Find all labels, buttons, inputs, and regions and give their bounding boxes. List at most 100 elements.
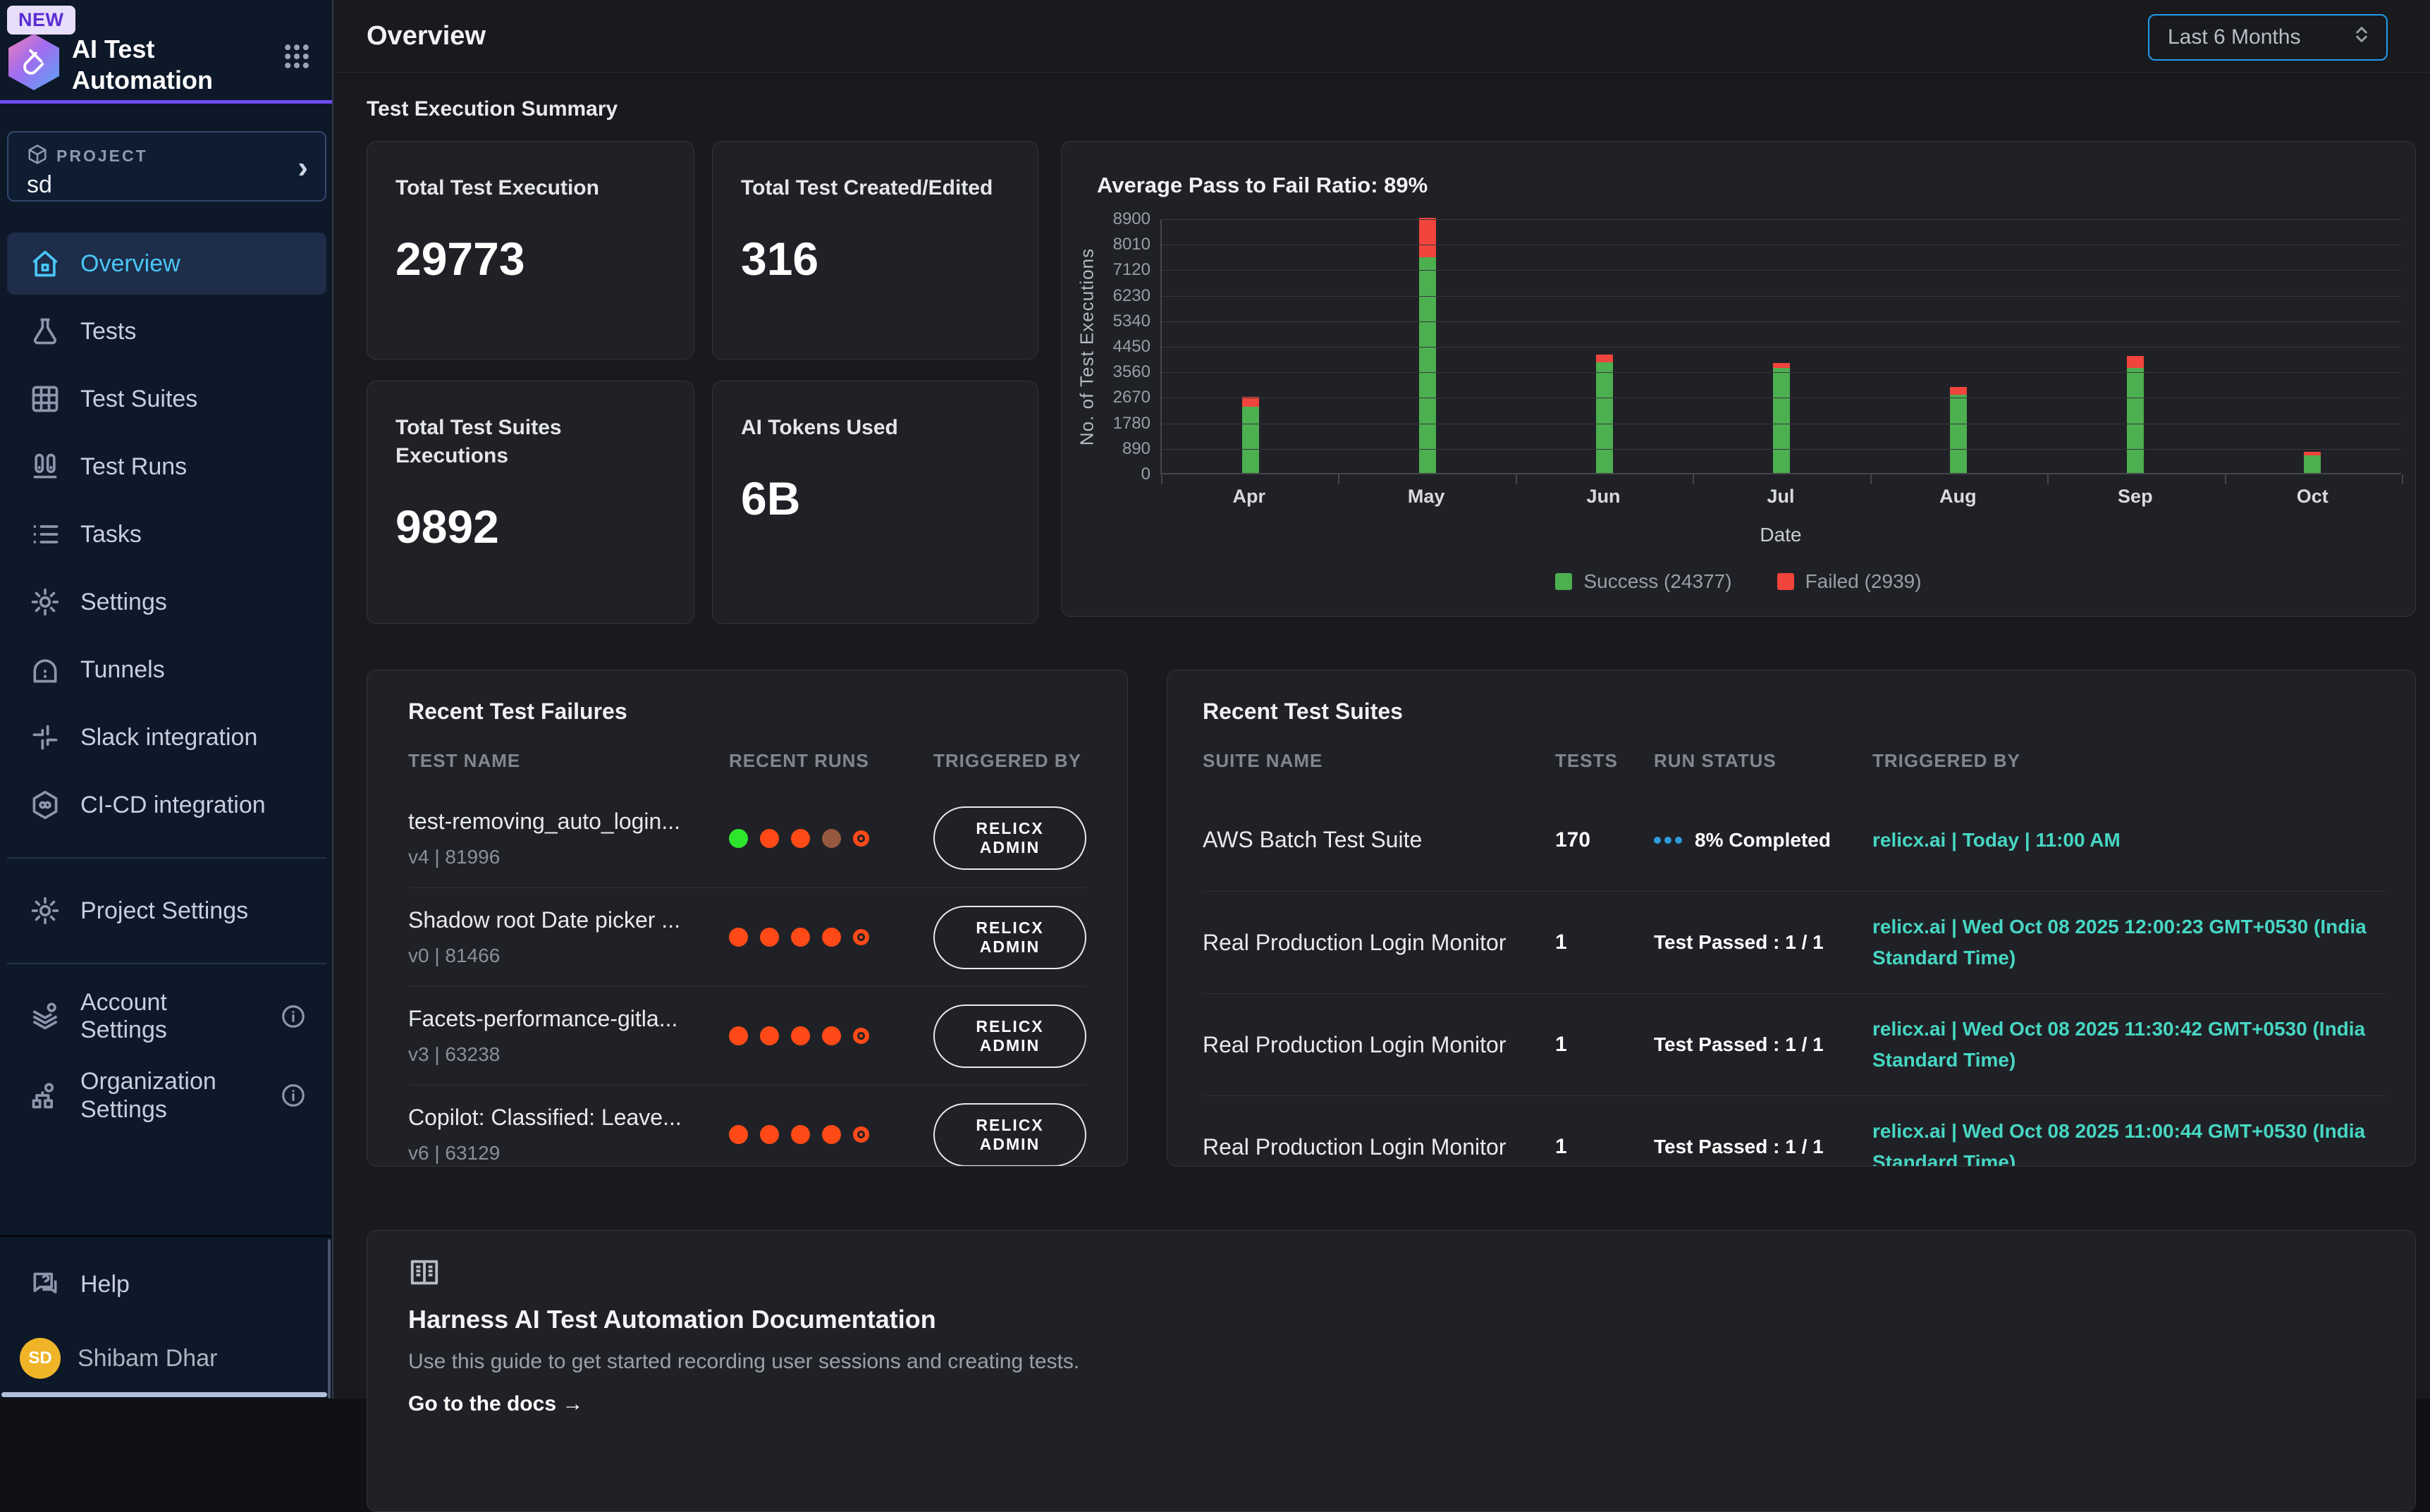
- tunnel-icon: [30, 654, 61, 685]
- home-icon: [30, 248, 61, 279]
- test-name[interactable]: Copilot: Classified: Leave...: [408, 1105, 711, 1131]
- help-section: Help: [7, 1253, 326, 1315]
- sidebar-item-label: Project Settings: [80, 897, 248, 925]
- run-status-dot-failed: [760, 1026, 779, 1045]
- test-name[interactable]: Shadow root Date picker ...: [408, 907, 711, 933]
- progress-dots-icon: [1654, 837, 1682, 844]
- suite-name[interactable]: Real Production Login Monitor: [1203, 1032, 1555, 1058]
- triggered-by-button[interactable]: RELICX ADMIN: [933, 1103, 1086, 1167]
- go-to-docs-link[interactable]: Go to the docs →: [408, 1392, 583, 1416]
- stat-card-total-test-created: Total Test Created/Edited 316: [712, 141, 1038, 359]
- project-selector[interactable]: PROJECT sd ›: [7, 131, 326, 202]
- sidebar-item-project-settings[interactable]: Project Settings: [7, 880, 326, 942]
- table-row[interactable]: Real Production Login Monitor 1 Test Pas…: [1203, 1095, 2387, 1167]
- table-row[interactable]: test-removing_auto_login... v4 | 81996 R…: [408, 789, 1086, 887]
- sidebar-item-tests[interactable]: Tests: [7, 300, 326, 362]
- suite-tests: 1: [1555, 930, 1654, 954]
- sidebar-item-settings[interactable]: Settings: [7, 571, 326, 633]
- sidebar-item-tasks[interactable]: Tasks: [7, 503, 326, 565]
- sidebar-item-test-suites[interactable]: Test Suites: [7, 368, 326, 430]
- layers-gear-icon: [30, 1001, 61, 1032]
- chart-y-axis: 0890178026703560445053406230712080108900: [1062, 219, 1150, 474]
- test-name[interactable]: Facets-performance-gitla...: [408, 1006, 711, 1032]
- test-meta: v6 | 63129: [408, 1142, 729, 1164]
- recent-runs[interactable]: [729, 1125, 933, 1144]
- column-header: TRIGGERED BY: [933, 750, 1086, 772]
- triggered-by-button[interactable]: RELICX ADMIN: [933, 1004, 1086, 1068]
- sidebar-item-test-runs[interactable]: Test Runs: [7, 436, 326, 498]
- run-status-dot-stale: [822, 829, 841, 848]
- table-row[interactable]: Real Production Login Monitor 1 Test Pas…: [1203, 891, 2387, 993]
- triggered-by-link[interactable]: relicx.ai | Wed Oct 08 2025 12:00:23 GMT…: [1872, 911, 2387, 973]
- sidebar-item-account-settings[interactable]: Account Settings: [7, 985, 326, 1047]
- triggered-by-button[interactable]: RELICX ADMIN: [933, 806, 1086, 870]
- triggered-by-link[interactable]: relicx.ai | Wed Oct 08 2025 11:00:44 GMT…: [1872, 1116, 2387, 1167]
- triggered-by-button[interactable]: RELICX ADMIN: [933, 906, 1086, 969]
- sidebar-item-cicd-integration[interactable]: CI-CD integration: [7, 774, 326, 836]
- sidebar-item-slack-integration[interactable]: Slack integration: [7, 706, 326, 768]
- sidebar-nav: Overview Tests Test Suites Test Runs Tas…: [7, 233, 326, 1138]
- docs-description: Use this guide to get started recording …: [408, 1350, 2374, 1374]
- run-status-dot-failed: [760, 928, 779, 947]
- test-runs-icon: [30, 451, 61, 482]
- grid-icon: [30, 383, 61, 414]
- divider: [0, 1235, 332, 1237]
- recent-runs[interactable]: [729, 829, 933, 848]
- recent-runs[interactable]: [729, 928, 933, 947]
- documentation-card: Harness AI Test Automation Documentation…: [367, 1230, 2416, 1512]
- test-meta: v3 | 63238: [408, 1043, 729, 1066]
- sidebar-vertical-scrollbar[interactable]: [328, 1239, 331, 1399]
- suite-name[interactable]: Real Production Login Monitor: [1203, 930, 1555, 956]
- triggered-by-link[interactable]: relicx.ai | Wed Oct 08 2025 11:30:42 GMT…: [1872, 1014, 2387, 1076]
- run-status-dot-current: [853, 1028, 869, 1044]
- info-icon[interactable]: [280, 1003, 307, 1030]
- chart-plot: [1160, 219, 2401, 474]
- suite-tests: 1: [1555, 1033, 1654, 1057]
- table-row[interactable]: Shadow root Date picker ... v0 | 81466 R…: [408, 887, 1086, 986]
- time-range-value: Last 6 Months: [2168, 25, 2300, 49]
- time-range-select[interactable]: Last 6 Months: [2148, 14, 2388, 61]
- suite-name[interactable]: Real Production Login Monitor: [1203, 1134, 1555, 1160]
- sidebar-item-label: Tests: [80, 318, 136, 345]
- test-meta: v4 | 81996: [408, 846, 729, 868]
- info-icon[interactable]: [280, 1082, 307, 1109]
- run-status-dot-success: [729, 829, 748, 848]
- run-status-dot-failed: [822, 928, 841, 947]
- chart-bar-sep: [2127, 356, 2144, 473]
- sidebar-item-help[interactable]: Help: [7, 1253, 326, 1315]
- run-status-dot-failed: [822, 1026, 841, 1045]
- table-row[interactable]: Real Production Login Monitor 1 Test Pas…: [1203, 993, 2387, 1095]
- sidebar-item-tunnels[interactable]: Tunnels: [7, 639, 326, 701]
- new-badge: NEW: [7, 6, 75, 35]
- recent-runs[interactable]: [729, 1026, 933, 1045]
- table-row[interactable]: Facets-performance-gitla... v3 | 63238 R…: [408, 986, 1086, 1085]
- chevron-right-icon: ›: [297, 152, 308, 183]
- chart-x-labels: AprMayJunJulAugSepOct: [1160, 486, 2401, 508]
- app-switcher-icon[interactable]: [281, 41, 312, 75]
- sidebar-item-overview[interactable]: Overview: [7, 233, 326, 295]
- sidebar-item-label: Test Runs: [80, 453, 187, 481]
- stat-title: Total Test Created/Edited: [741, 174, 1010, 202]
- column-header: RUN STATUS: [1654, 750, 1872, 772]
- column-header: TEST NAME: [408, 750, 729, 772]
- suites-title: Recent Test Suites: [1167, 670, 2415, 725]
- sidebar-item-label: Organization Settings: [80, 1067, 257, 1124]
- docs-title: Harness AI Test Automation Documentation: [408, 1305, 2374, 1334]
- test-name[interactable]: test-removing_auto_login...: [408, 809, 711, 835]
- user-menu[interactable]: SD Shibam Dhar: [20, 1338, 217, 1379]
- column-header: TESTS: [1555, 750, 1654, 772]
- avatar: SD: [20, 1338, 61, 1379]
- table-row[interactable]: Copilot: Classified: Leave... v6 | 63129…: [408, 1085, 1086, 1167]
- recent-test-failures-card: Recent Test Failures TEST NAME RECENT RU…: [367, 670, 1128, 1167]
- suite-name[interactable]: AWS Batch Test Suite: [1203, 827, 1555, 853]
- sidebar-horizontal-scrollbar[interactable]: [1, 1392, 327, 1397]
- chart-bar-apr: [1242, 397, 1259, 473]
- triggered-by-link[interactable]: relicx.ai | Today | 11:00 AM: [1872, 825, 2387, 856]
- docs-newspaper-icon: [408, 1279, 441, 1291]
- stat-title: Total Test Suites Executions: [395, 414, 607, 470]
- chart-legend: Success (24377)Failed (2939): [1062, 570, 2415, 593]
- stat-card-total-test-execution: Total Test Execution 29773: [367, 141, 694, 359]
- stat-card-total-suite-executions: Total Test Suites Executions 9892: [367, 381, 694, 624]
- table-row[interactable]: AWS Batch Test Suite 170 8% Completed re…: [1203, 789, 2387, 891]
- sidebar-item-organization-settings[interactable]: Organization Settings: [7, 1053, 326, 1138]
